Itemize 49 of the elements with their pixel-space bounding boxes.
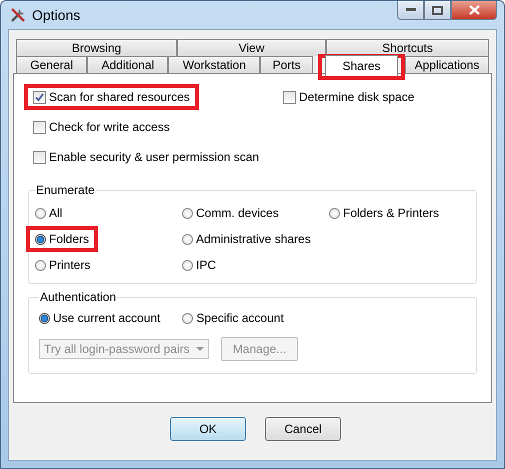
checkbox[interactable]: Determine disk space	[283, 90, 414, 104]
radio-dot[interactable]	[182, 260, 193, 270]
tools-icon	[9, 6, 27, 24]
minimize-icon	[406, 8, 416, 12]
radio-button[interactable]: Administrative shares	[182, 232, 311, 246]
radio-dot[interactable]	[35, 208, 46, 218]
tab[interactable]: Shortcuts	[326, 39, 489, 56]
tab[interactable]: Shares	[324, 55, 398, 76]
tab[interactable]: General	[16, 56, 88, 73]
radio-dot[interactable]	[182, 312, 194, 324]
maximize-icon	[432, 6, 443, 14]
window-title: Options	[32, 7, 80, 23]
radio-dot[interactable]	[182, 234, 193, 244]
radio-dot[interactable]	[35, 260, 46, 270]
group-title: Enumerate	[35, 183, 96, 197]
tab[interactable]: Browsing	[16, 39, 177, 56]
radio-dot[interactable]	[35, 234, 46, 244]
radio-dot[interactable]	[182, 208, 193, 218]
checkbox-box[interactable]	[33, 90, 46, 104]
tab[interactable]: Additional	[87, 56, 168, 73]
check-icon	[35, 92, 44, 102]
dialog-button[interactable]: Cancel	[265, 417, 341, 441]
radio-button[interactable]: Comm. devices	[182, 206, 279, 220]
radio-button[interactable]: Folders & Printers	[329, 206, 440, 220]
close-button[interactable]	[451, 1, 497, 20]
tab[interactable]: View	[177, 39, 326, 56]
radio-button[interactable]: Printers	[35, 258, 90, 272]
radio-dot[interactable]	[329, 208, 340, 218]
close-icon	[468, 5, 480, 15]
group-title: Authentication	[39, 290, 118, 304]
tab[interactable]: Workstation	[168, 56, 260, 73]
radio-button[interactable]: IPC	[182, 258, 216, 272]
checkbox-box[interactable]	[33, 150, 46, 164]
checkbox[interactable]: Check for write access	[33, 120, 170, 134]
dialog-button[interactable]: OK	[170, 417, 246, 441]
radio-button[interactable]: All	[35, 206, 62, 220]
radio-button[interactable]: Specific account	[182, 311, 284, 325]
radio-button[interactable]: Use current account	[39, 311, 160, 325]
tab[interactable]: Applications	[404, 56, 489, 73]
checkbox-box[interactable]	[283, 90, 296, 104]
checkbox[interactable]: Enable security & user permission scan	[33, 150, 260, 164]
checkbox-box[interactable]	[33, 120, 46, 134]
radio-dot[interactable]	[39, 312, 50, 324]
maximize-button[interactable]	[424, 1, 451, 20]
caret-icon	[196, 347, 204, 351]
minimize-button[interactable]	[397, 1, 424, 20]
tab[interactable]: Ports	[260, 56, 313, 73]
radio-button[interactable]: Folders	[35, 232, 90, 246]
checkbox[interactable]: Scan for shared resources	[33, 90, 190, 104]
